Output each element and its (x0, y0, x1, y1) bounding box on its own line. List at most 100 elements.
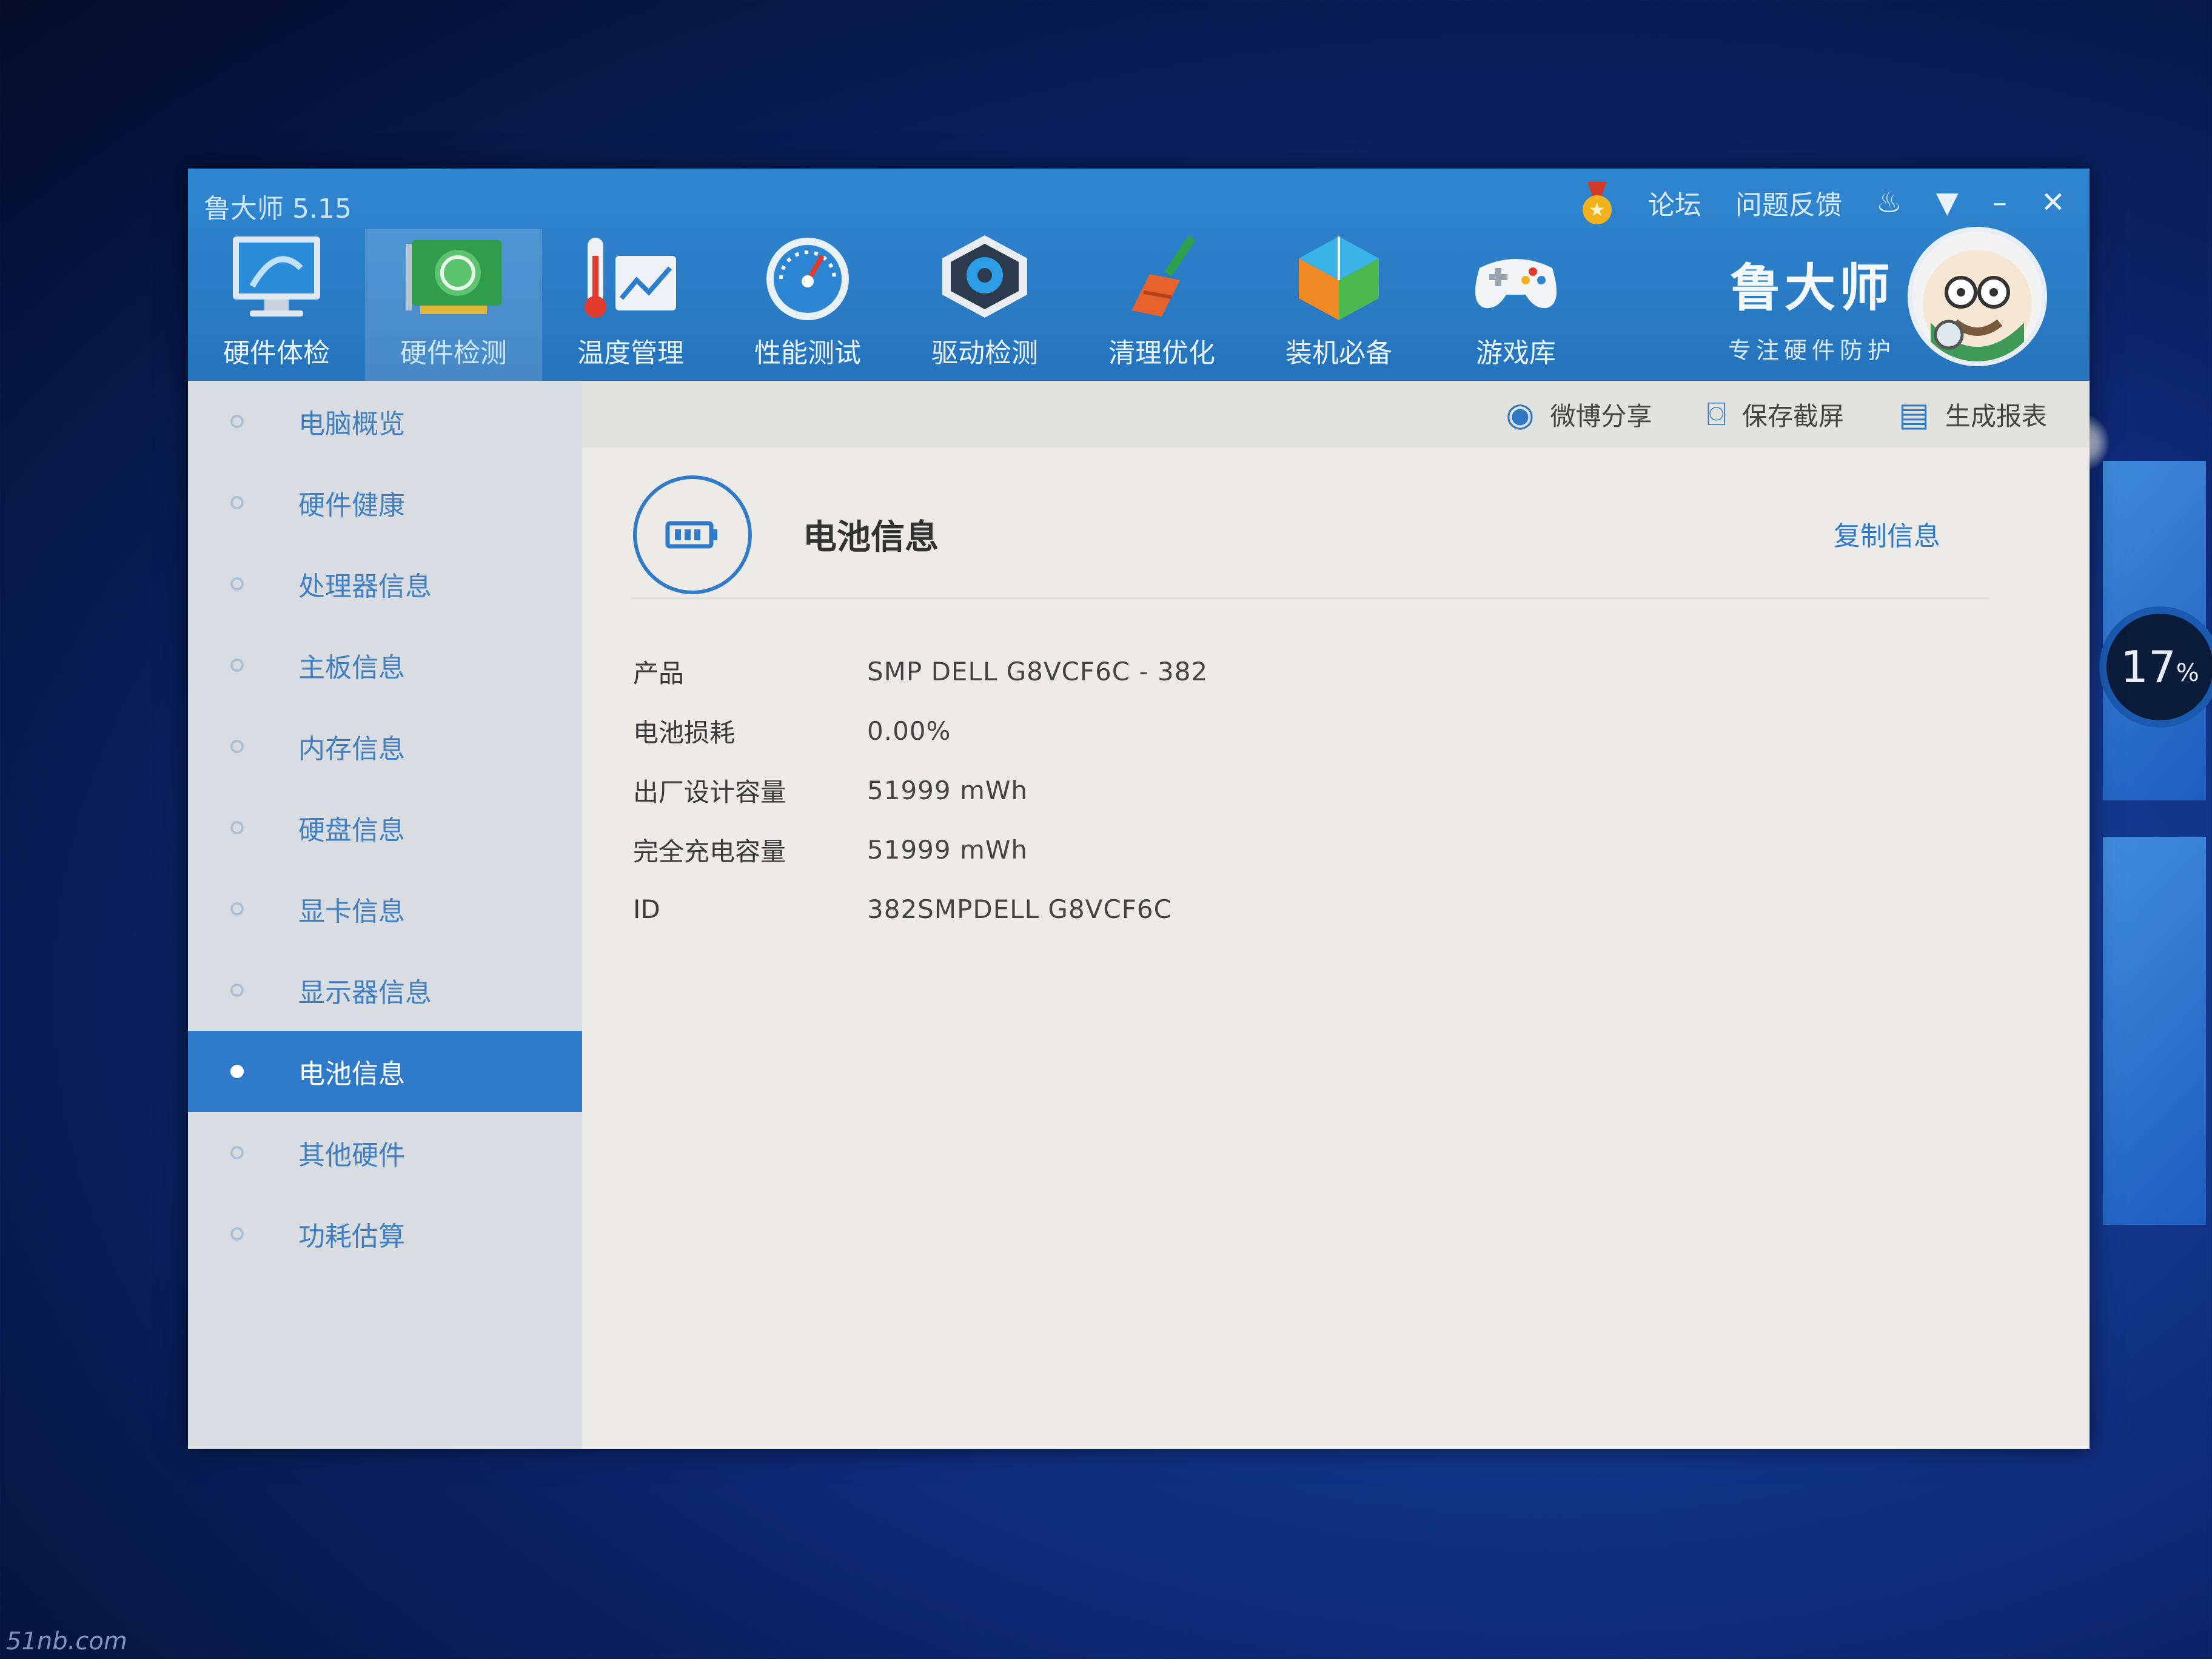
sidebar-item-disk[interactable]: 硬盘信息 (188, 787, 582, 868)
gear-chip-icon (933, 232, 1036, 323)
toolbar-cleanup[interactable]: 清理优化 (1073, 229, 1250, 381)
menu-dropdown-icon[interactable]: ▼ (1936, 186, 1959, 220)
info-row: 产品 SMP DELL G8VCF6C - 382 (631, 642, 1989, 701)
close-button[interactable]: ✕ (2041, 186, 2065, 220)
minimize-button[interactable]: – (1992, 186, 2007, 220)
bullet-icon (230, 1146, 244, 1159)
info-row: 完全充电容量 51999 mWh (631, 820, 1989, 879)
report-icon: ▤ (1898, 395, 1929, 434)
sidebar-item-motherboard[interactable]: 主板信息 (188, 625, 582, 706)
toolbar-label: 性能测试 (754, 338, 861, 369)
sidebar-item-label: 主板信息 (298, 652, 405, 683)
battery-info-table: 产品 SMP DELL G8VCF6C - 382 电池损耗 0.00% 出厂设计容… (631, 642, 1989, 939)
broom-icon (1110, 232, 1213, 323)
sidebar-item-overview[interactable]: 电脑概览 (188, 381, 582, 462)
cube-icon (1287, 232, 1390, 323)
feedback-link[interactable]: 问题反馈 (1735, 183, 1842, 222)
toolbar-label: 驱动检测 (931, 338, 1038, 369)
info-row: ID 382SMPDELL G8VCF6C (631, 879, 1989, 939)
generate-report-button[interactable]: ▤ 生成报表 (1899, 395, 2047, 434)
bullet-icon (230, 1227, 244, 1241)
title-bar-controls: 论坛 问题反馈 ♨ ▼ – ✕ (1580, 182, 2065, 224)
brand-slogan: 专注硬件防护 (1728, 337, 1895, 364)
bullet-icon (230, 496, 244, 509)
toolbar-game-library[interactable]: 游戏库 (1427, 229, 1604, 381)
bullet-icon (230, 659, 244, 672)
sidebar-item-label: 显示器信息 (298, 977, 432, 1008)
sidebar-item-label: 电池信息 (298, 1059, 405, 1090)
sidebar-item-label: 处理器信息 (298, 571, 432, 602)
desktop-gauge[interactable]: 17% (2099, 606, 2212, 728)
sidebar-item-battery[interactable]: 电池信息 (188, 1031, 582, 1112)
sidebar-item-label: 显卡信息 (298, 896, 405, 927)
info-key: 电池损耗 (633, 717, 736, 748)
toolbar-driver-detect[interactable]: 驱动检测 (896, 229, 1073, 381)
toolbar-performance[interactable]: 性能测试 (719, 229, 896, 381)
battery-info-panel: 电池信息 复制信息 产品 SMP DELL G8VCF6C - 382 电池损耗 0… (631, 472, 1989, 939)
forum-link[interactable]: 论坛 (1648, 183, 1701, 222)
bullet-icon (230, 902, 244, 916)
info-key: 出厂设计容量 (633, 777, 786, 807)
mascot-avatar[interactable] (1908, 227, 2047, 366)
battery-icon (633, 475, 752, 594)
bullet-icon (230, 984, 244, 997)
content-area: ◉ 微博分享 ⌼ 保存截屏 ▤ 生成报表 电池信息 复制信息 产品SMP DE (582, 381, 2090, 1449)
camera-icon: ⌼ (1706, 395, 1726, 433)
action-label: 微博分享 (1550, 401, 1652, 431)
thermometer-icon (579, 232, 682, 323)
bullet-icon (230, 577, 244, 591)
watermark: 51nb.com (6, 1627, 127, 1655)
action-label: 生成报表 (1945, 401, 2047, 431)
toolbar-hardware-detect[interactable]: 硬件检测 (365, 229, 542, 381)
monitor-icon (225, 232, 328, 323)
main-toolbar: 硬件体检 硬件检测 温度管理 性能测试 驱动检测 清理优化 装机必备 游戏库 (188, 229, 1604, 381)
toolbar-temperature[interactable]: 温度管理 (542, 229, 719, 381)
copy-info-link[interactable]: 复制信息 (1834, 514, 1940, 553)
panel-title: 电池信息 (803, 518, 939, 557)
toolbar-install-essentials[interactable]: 装机必备 (1250, 229, 1427, 381)
bullet-icon (230, 821, 244, 834)
info-key: ID (633, 894, 660, 924)
toolbar-label: 清理优化 (1108, 338, 1215, 369)
sidebar: 电脑概览 硬件健康 处理器信息 主板信息 内存信息 硬盘信息 显卡信息 显示器信… (188, 381, 582, 1449)
graphics-card-icon (402, 232, 505, 323)
sidebar-item-display[interactable]: 显示器信息 (188, 950, 582, 1031)
toolbar-label: 游戏库 (1476, 338, 1556, 369)
action-label: 保存截屏 (1741, 401, 1844, 431)
bullet-icon (230, 415, 244, 428)
gauge-value: 17 (2120, 642, 2176, 692)
toolbar-label: 硬件检测 (400, 338, 507, 369)
toolbar-hardware-checkup[interactable]: 硬件体检 (188, 229, 365, 381)
panel-header: 电池信息 复制信息 (631, 472, 1989, 599)
medal-icon[interactable] (1580, 182, 1614, 224)
app-window: 鲁大师 5.15 论坛 问题反馈 ♨ ▼ – ✕ 硬件体检 硬件检测 (188, 169, 2090, 1449)
sidebar-item-processor[interactable]: 处理器信息 (188, 543, 582, 625)
speedometer-icon (756, 232, 859, 323)
brand-block: 鲁大师 专注硬件防护 (1728, 247, 1895, 365)
window-title: 鲁大师 5.15 (204, 193, 352, 224)
save-screenshot-button[interactable]: ⌼ 保存截屏 (1707, 395, 1844, 434)
sidebar-item-graphics[interactable]: 显卡信息 (188, 868, 582, 950)
toolbar-label: 装机必备 (1285, 338, 1392, 369)
info-key: 产品 (633, 658, 685, 688)
skin-icon[interactable]: ♨ (1876, 186, 1902, 220)
sidebar-item-power-estimate[interactable]: 功耗估算 (188, 1193, 582, 1275)
action-bar: ◉ 微博分享 ⌼ 保存截屏 ▤ 生成报表 (582, 381, 2090, 447)
info-value: 51999 mWh (867, 834, 1028, 865)
info-key: 完全充电容量 (633, 836, 786, 866)
sidebar-item-label: 硬件健康 (298, 490, 405, 521)
gauge-unit: % (2176, 659, 2199, 687)
sidebar-item-hardware-health[interactable]: 硬件健康 (188, 462, 582, 543)
info-value: 51999 mWh (867, 775, 1028, 805)
weibo-share-button[interactable]: ◉ 微博分享 (1506, 395, 1652, 434)
sidebar-item-label: 其他硬件 (298, 1140, 405, 1171)
sidebar-item-label: 硬盘信息 (298, 815, 405, 846)
sidebar-item-memory[interactable]: 内存信息 (188, 706, 582, 787)
toolbar-label: 硬件体检 (223, 338, 330, 369)
sidebar-item-other-hardware[interactable]: 其他硬件 (188, 1112, 582, 1193)
sidebar-item-label: 功耗估算 (298, 1221, 405, 1252)
sidebar-item-label: 电脑概览 (298, 409, 405, 440)
brand-name: 鲁大师 (1729, 258, 1894, 318)
info-value: 382SMPDELL G8VCF6C (867, 894, 1172, 924)
bullet-icon (230, 1065, 244, 1078)
